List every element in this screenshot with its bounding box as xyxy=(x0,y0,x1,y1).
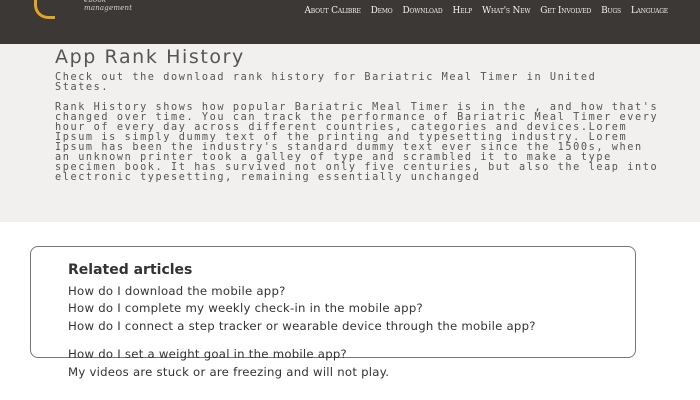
nav-language[interactable]: Language xyxy=(631,6,668,16)
top-navbar: ebook management About Calibre Demo Down… xyxy=(0,0,700,44)
related-link-videos[interactable]: My videos are stuck or are freezing and … xyxy=(68,366,389,378)
related-articles-title: Related articles xyxy=(68,262,193,278)
body-text: Rank History shows how popular Bariatric… xyxy=(55,102,666,183)
related-link-download[interactable]: How do I download the mobile app? xyxy=(68,285,286,297)
nav-whats-new[interactable]: What's New xyxy=(482,6,531,16)
related-link-step-tracker[interactable]: How do I connect a step tracker or weara… xyxy=(68,320,608,332)
logo-tagline: ebook management xyxy=(84,0,133,12)
nav-bugs[interactable]: Bugs xyxy=(601,6,621,16)
related-link-weight-goal[interactable]: How do I set a weight goal in the mobile… xyxy=(68,348,347,360)
related-link-checkin[interactable]: How do I complete my weekly check-in in … xyxy=(68,302,423,314)
nav-help[interactable]: Help xyxy=(452,6,472,16)
main-nav: About Calibre Demo Download Help What's … xyxy=(304,0,668,22)
logo-mark-icon xyxy=(34,0,55,19)
nav-get-involved[interactable]: Get Involved xyxy=(540,6,591,16)
page-title: App Rank History xyxy=(55,46,245,68)
nav-demo[interactable]: Demo xyxy=(371,6,393,16)
nav-download[interactable]: Download xyxy=(402,6,442,16)
nav-about[interactable]: About Calibre xyxy=(304,6,360,16)
subtitle-text: Check out the download rank history for … xyxy=(55,72,605,93)
calibre-logo[interactable]: ebook management xyxy=(28,0,132,24)
